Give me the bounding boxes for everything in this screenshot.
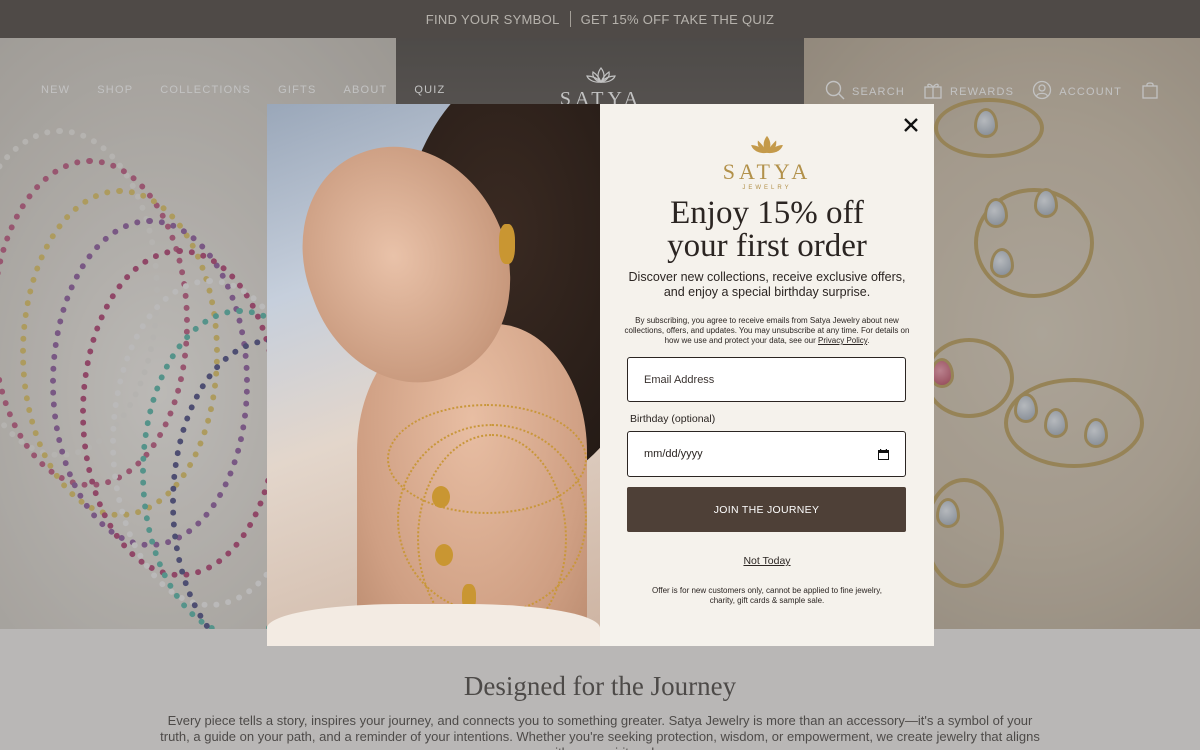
modal-headline: Enjoy 15% off your first order [600,197,934,263]
modal-brand-sub: JEWELRY [742,185,792,191]
calendar-icon[interactable] [878,448,889,460]
signup-form-panel: SATYA JEWELRY Enjoy 15% off your first o… [600,104,934,646]
modal-lead: Discover new collections, receive exclus… [620,270,914,300]
modal-brand-name: SATYA [722,159,812,184]
lead-line-1: Discover new collections, receive exclus… [628,270,906,284]
birthday-placeholder: mm/dd/yyyy [644,448,703,460]
modal-model-image [267,104,600,646]
signup-modal: SATYA JEWELRY Enjoy 15% off your first o… [267,104,934,646]
offer-fine-print: Offer is for new customers only, cannot … [652,586,882,605]
birthday-label: Birthday (optional) [630,413,716,425]
lead-line-2: and enjoy a special birthday surprise. [663,285,871,299]
email-field[interactable] [627,357,906,402]
lotus-icon [600,134,934,161]
headline-line-1: Enjoy 15% off [670,195,864,231]
modal-brand-logo: SATYA JEWELRY [600,134,934,191]
headline-line-2: your first order [667,228,867,264]
consent-period: . [867,336,870,345]
join-button[interactable]: JOIN THE JOURNEY [627,487,906,532]
consent-text: By subscribing, you agree to receive ema… [624,316,910,346]
birthday-field[interactable]: mm/dd/yyyy [627,431,906,477]
privacy-policy-link[interactable]: Privacy Policy [818,336,867,345]
close-icon [904,118,918,132]
close-button[interactable] [900,114,922,136]
not-today-link[interactable]: Not Today [600,555,934,567]
